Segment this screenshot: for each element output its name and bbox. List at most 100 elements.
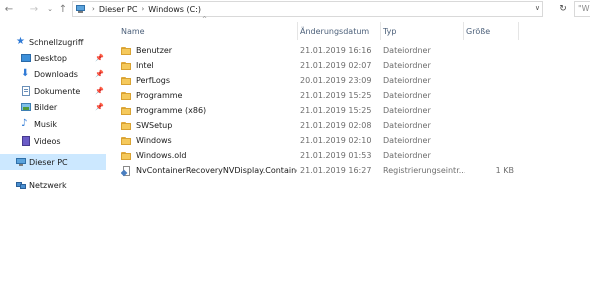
sidebar-item-label: Dokumente bbox=[34, 86, 81, 96]
file-date: 21.01.2019 16:27 bbox=[300, 166, 372, 175]
file-size bbox=[466, 148, 514, 163]
file-name: Windows bbox=[136, 136, 172, 145]
folder-icon bbox=[121, 46, 132, 56]
sidebar-item-videos[interactable]: Videos bbox=[0, 133, 106, 149]
sidebar-item-quick-access[interactable]: ★ Schnellzugriff bbox=[0, 34, 106, 50]
arrow-up-icon[interactable]: ↑ bbox=[56, 1, 70, 17]
desktop-folder-icon bbox=[21, 53, 31, 63]
file-name-cell: PerfLogs bbox=[121, 73, 297, 88]
table-row[interactable]: SWSetup 21.01.2019 02:08 Dateiordner bbox=[118, 118, 538, 133]
pin-icon[interactable]: 📌 bbox=[95, 87, 104, 95]
breadcrumb-item-drive-c[interactable]: Windows (C:) bbox=[148, 5, 201, 14]
pictures-folder-icon bbox=[21, 102, 31, 112]
chevron-down-icon[interactable]: ∨ bbox=[535, 4, 540, 12]
file-name-cell: Windows.old bbox=[121, 148, 297, 163]
file-date: 21.01.2019 02:10 bbox=[300, 136, 372, 145]
documents-folder-icon bbox=[21, 86, 31, 96]
sidebar-item-label: Netzwerk bbox=[29, 180, 67, 190]
chevron-down-icon[interactable]: ⌄ bbox=[45, 1, 55, 17]
folder-icon bbox=[121, 136, 132, 146]
file-name-cell: Benutzer bbox=[121, 43, 297, 58]
file-date: 21.01.2019 15:25 bbox=[300, 91, 372, 100]
breadcrumb-item-this-pc[interactable]: Dieser PC bbox=[99, 5, 138, 14]
sidebar-item-label: Videos bbox=[34, 136, 61, 146]
file-date: 21.01.2019 15:25 bbox=[300, 106, 372, 115]
file-type: Dateiordner bbox=[383, 106, 431, 115]
arrow-right-icon[interactable]: → bbox=[27, 1, 41, 17]
music-folder-icon: ♪ bbox=[21, 118, 28, 129]
star-icon: ★ bbox=[16, 36, 25, 47]
file-type: Dateiordner bbox=[383, 61, 431, 70]
downloads-folder-icon: ⬇ bbox=[21, 68, 30, 79]
column-header-date[interactable]: Änderungsdatum bbox=[298, 22, 380, 40]
sidebar-item-label: Dieser PC bbox=[29, 157, 68, 167]
file-name-cell: SWSetup bbox=[121, 118, 297, 133]
pin-icon[interactable]: 📌 bbox=[95, 54, 104, 62]
table-row[interactable]: PerfLogs 20.01.2019 23:09 Dateiordner bbox=[118, 73, 538, 88]
address-breadcrumb[interactable]: › Dieser PC › Windows (C:) ∨ bbox=[72, 1, 543, 17]
table-row[interactable]: Windows 21.01.2019 02:10 Dateiordner bbox=[118, 133, 538, 148]
sidebar-item-this-pc[interactable]: Dieser PC bbox=[0, 154, 106, 170]
file-size bbox=[466, 88, 514, 103]
pin-icon[interactable]: 📌 bbox=[95, 70, 104, 78]
file-date: 21.01.2019 02:08 bbox=[300, 121, 372, 130]
sidebar-item-downloads[interactable]: ⬇ Downloads 📌 bbox=[0, 66, 106, 82]
table-row[interactable]: Programme 21.01.2019 15:25 Dateiordner bbox=[118, 88, 538, 103]
sidebar-item-network[interactable]: Netzwerk bbox=[0, 177, 106, 193]
sidebar-item-label: Desktop bbox=[34, 53, 67, 63]
folder-icon bbox=[121, 121, 132, 131]
file-size bbox=[466, 133, 514, 148]
table-row[interactable]: Intel 21.01.2019 02:07 Dateiordner bbox=[118, 58, 538, 73]
chevron-right-icon[interactable]: › bbox=[92, 5, 95, 13]
network-icon bbox=[16, 180, 26, 190]
sidebar-item-desktop[interactable]: Desktop 📌 bbox=[0, 50, 106, 66]
refresh-icon[interactable]: ↻ bbox=[556, 2, 570, 16]
folder-icon bbox=[121, 91, 132, 101]
file-name: Programme (x86) bbox=[136, 106, 207, 115]
sidebar-item-music[interactable]: ♪ Musik bbox=[0, 116, 106, 132]
file-type: Dateiordner bbox=[383, 151, 431, 160]
table-row[interactable]: Programme (x86) 21.01.2019 15:25 Dateior… bbox=[118, 103, 538, 118]
computer-icon bbox=[74, 4, 88, 14]
navigation-pane: ★ Schnellzugriff Desktop 📌 ⬇ Downloads 📌… bbox=[0, 20, 106, 281]
sidebar-item-label: Bilder bbox=[34, 102, 58, 112]
file-size bbox=[466, 118, 514, 133]
sidebar-item-label: Downloads bbox=[34, 69, 78, 79]
folder-icon bbox=[121, 151, 132, 161]
file-size bbox=[466, 43, 514, 58]
file-name: Programme bbox=[136, 91, 183, 100]
file-name-cell: Programme bbox=[121, 88, 297, 103]
computer-icon bbox=[16, 157, 26, 167]
file-type: Registrierungseintr... bbox=[383, 166, 465, 175]
file-size: 1 KB bbox=[495, 166, 514, 175]
file-name: NvContainerRecoveryNVDisplay.Containe... bbox=[136, 166, 297, 175]
sidebar-item-documents[interactable]: Dokumente 📌 bbox=[0, 83, 106, 99]
column-header-name[interactable]: Name bbox=[119, 22, 296, 40]
file-name-cell: Programme (x86) bbox=[121, 103, 297, 118]
chevron-right-icon[interactable]: › bbox=[141, 5, 144, 13]
table-row[interactable]: Windows.old 21.01.2019 01:53 Dateiordner bbox=[118, 148, 538, 163]
file-type: Dateiordner bbox=[383, 76, 431, 85]
pin-icon[interactable]: 📌 bbox=[95, 103, 104, 111]
file-size bbox=[466, 73, 514, 88]
registry-file-icon bbox=[121, 165, 132, 176]
address-bar-row: ← → ⌄ ↑ › Dieser PC › Windows (C:) ∨ ↻ "… bbox=[0, 0, 590, 19]
column-header-type[interactable]: Typ bbox=[381, 22, 463, 40]
column-header-size[interactable]: Größe bbox=[464, 22, 518, 40]
file-name: SWSetup bbox=[136, 121, 173, 130]
column-divider[interactable] bbox=[518, 22, 519, 40]
table-row[interactable]: Benutzer 21.01.2019 16:16 Dateiordner bbox=[118, 43, 538, 58]
file-size bbox=[466, 58, 514, 73]
file-name-cell: NvContainerRecoveryNVDisplay.Containe... bbox=[121, 163, 297, 178]
file-size bbox=[466, 103, 514, 118]
videos-folder-icon bbox=[21, 136, 31, 146]
sidebar-item-label: Schnellzugriff bbox=[29, 37, 84, 47]
file-date: 21.01.2019 02:07 bbox=[300, 61, 372, 70]
table-row[interactable]: NvContainerRecoveryNVDisplay.Containe...… bbox=[118, 163, 538, 178]
file-name-cell: Windows bbox=[121, 133, 297, 148]
search-input[interactable]: "Wi bbox=[574, 1, 590, 17]
arrow-left-icon[interactable]: ← bbox=[2, 1, 16, 17]
file-name: Windows.old bbox=[136, 151, 187, 160]
file-type: Dateiordner bbox=[383, 121, 431, 130]
sidebar-item-pictures[interactable]: Bilder 📌 bbox=[0, 99, 106, 115]
